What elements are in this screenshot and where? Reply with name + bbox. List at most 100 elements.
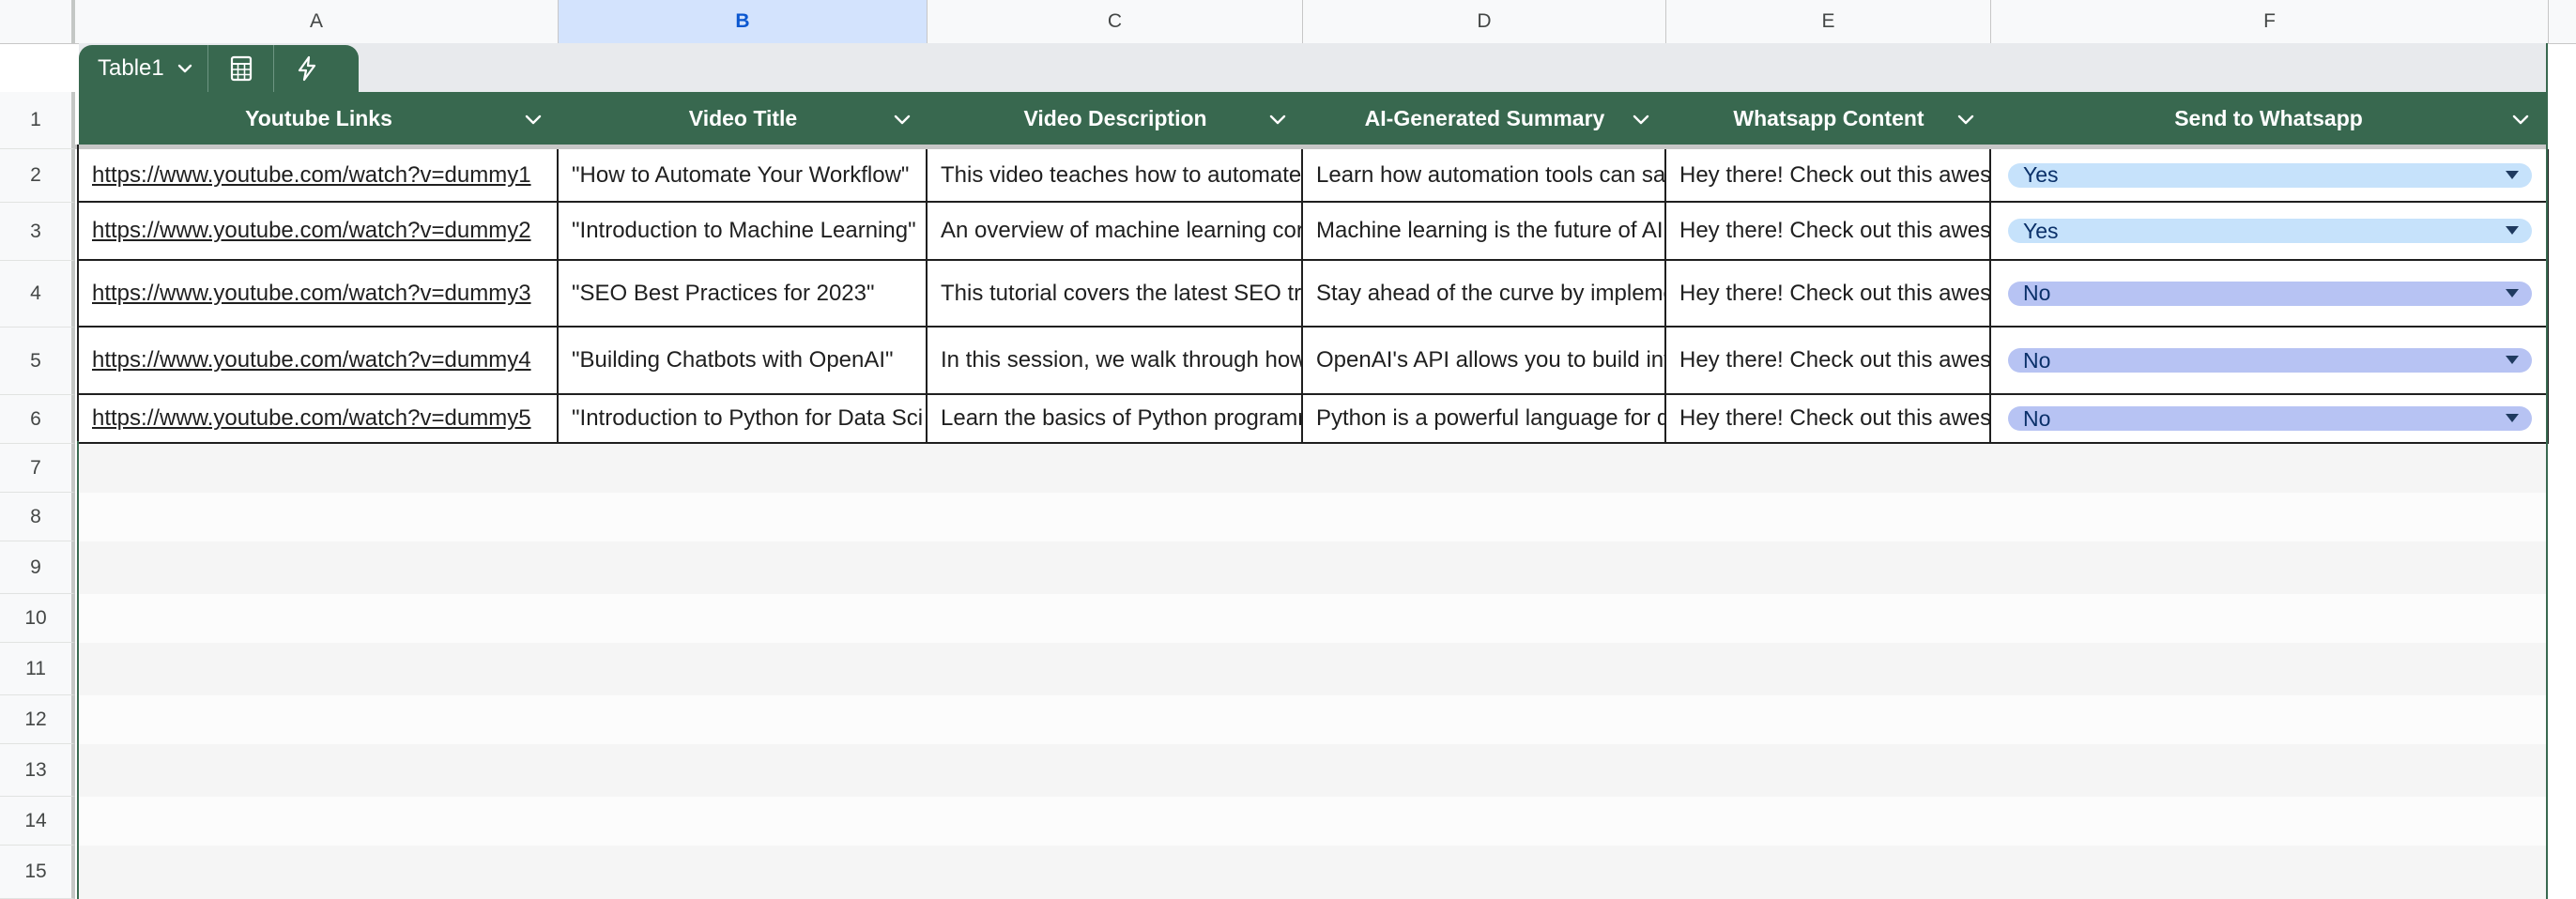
cell-video-title[interactable]: "How to Automate Your Workflow" — [559, 149, 928, 201]
table-stats-button[interactable] — [208, 45, 274, 92]
dropdown-arrow-icon — [2506, 170, 2519, 179]
header-label: Whatsapp Content — [1733, 105, 1924, 130]
cell-video-description[interactable]: This video teaches how to automate — [928, 149, 1303, 201]
table-left-border — [77, 145, 79, 443]
row-header-14[interactable]: 14 — [0, 797, 75, 846]
cell-whatsapp-content[interactable]: Hey there! Check out this awes — [1666, 149, 1991, 201]
header-label: Send to Whatsapp — [2174, 105, 2363, 130]
empty-row[interactable] — [79, 493, 2546, 541]
header-ai-summary[interactable]: AI-Generated Summary — [1303, 92, 1666, 145]
dropdown-arrow-icon — [2506, 356, 2519, 364]
dropdown-chip-no[interactable]: No — [2008, 281, 2532, 306]
table-tab-strip: Table1 — [79, 43, 2546, 92]
cell-send-to-whatsapp[interactable]: No — [1991, 328, 2549, 393]
cell-send-to-whatsapp[interactable]: No — [1991, 395, 2549, 442]
column-header-f[interactable]: F — [1991, 0, 2549, 43]
cell-ai-summary[interactable]: Stay ahead of the curve by impleme — [1303, 261, 1666, 326]
empty-row[interactable] — [79, 797, 2546, 846]
cell-whatsapp-content[interactable]: Hey there! Check out this awes — [1666, 395, 1991, 442]
column-header-c[interactable]: C — [928, 0, 1303, 43]
chip-label: No — [2023, 281, 2051, 305]
cell-ai-summary[interactable]: Learn how automation tools can sa — [1303, 149, 1666, 201]
column-header-e[interactable]: E — [1666, 0, 1991, 43]
cell-youtube-link[interactable]: https://www.youtube.com/watch?v=dummy3 — [79, 261, 559, 326]
row-header-7[interactable]: 7 — [0, 444, 75, 493]
chevron-down-icon[interactable] — [1267, 109, 1288, 130]
dropdown-chip-no[interactable]: No — [2008, 348, 2532, 373]
empty-row[interactable] — [79, 444, 2546, 493]
cell-video-description[interactable]: An overview of machine learning cor — [928, 203, 1303, 259]
table-tab: Table1 — [79, 45, 359, 92]
header-label: Video Title — [688, 105, 798, 130]
cell-ai-summary[interactable]: OpenAI's API allows you to build int — [1303, 328, 1666, 393]
select-all-corner[interactable] — [0, 0, 75, 43]
cell-youtube-link[interactable]: https://www.youtube.com/watch?v=dummy1 — [79, 149, 559, 201]
row-header-13[interactable]: 13 — [0, 744, 75, 797]
table-row: https://www.youtube.com/watch?v=dummy4 "… — [79, 328, 2549, 395]
chip-label: Yes — [2023, 162, 2059, 187]
cell-ai-summary[interactable]: Machine learning is the future of AI — [1303, 203, 1666, 259]
chip-label: No — [2023, 405, 2051, 431]
row-header-3[interactable]: 3 — [0, 203, 75, 261]
empty-row[interactable] — [79, 695, 2546, 744]
chevron-down-icon[interactable] — [1955, 109, 1976, 130]
empty-row[interactable] — [79, 541, 2546, 594]
cell-video-title[interactable]: "Introduction to Machine Learning" — [559, 203, 928, 259]
spreadsheet: A B C D E F Table1 1 2 3 4 5 6 7 8 9 10 … — [0, 0, 2576, 899]
cell-video-description[interactable]: In this session, we walk through how — [928, 328, 1303, 393]
chevron-down-icon[interactable] — [523, 109, 544, 130]
header-youtube-links[interactable]: Youtube Links — [79, 92, 559, 145]
cell-whatsapp-content[interactable]: Hey there! Check out this awes — [1666, 203, 1991, 259]
dropdown-chip-yes[interactable]: Yes — [2008, 162, 2532, 188]
row-header-9[interactable]: 9 — [0, 541, 75, 594]
dropdown-chip-yes[interactable]: Yes — [2008, 219, 2532, 243]
chevron-down-icon — [177, 64, 192, 73]
cell-video-description[interactable]: Learn the basics of Python programm — [928, 395, 1303, 442]
table-row: https://www.youtube.com/watch?v=dummy1 "… — [79, 149, 2549, 203]
cell-video-title[interactable]: "Introduction to Python for Data Sci — [559, 395, 928, 442]
empty-row[interactable] — [79, 643, 2546, 695]
chevron-down-icon[interactable] — [1631, 109, 1651, 130]
empty-row[interactable] — [79, 594, 2546, 643]
dropdown-arrow-icon — [2506, 414, 2519, 422]
row-header-8[interactable]: 8 — [0, 493, 75, 541]
header-video-description[interactable]: Video Description — [928, 92, 1303, 145]
row-header-1[interactable]: 1 — [0, 92, 75, 149]
table-automation-button[interactable] — [274, 45, 340, 92]
column-header-a[interactable]: A — [75, 0, 559, 43]
cell-video-description[interactable]: This tutorial covers the latest SEO tr — [928, 261, 1303, 326]
empty-row[interactable] — [79, 846, 2546, 899]
table-name-dropdown[interactable]: Table1 — [79, 45, 208, 92]
cell-send-to-whatsapp[interactable]: Yes — [1991, 203, 2549, 259]
header-whatsapp-content[interactable]: Whatsapp Content — [1666, 92, 1991, 145]
dropdown-arrow-icon — [2506, 288, 2519, 297]
cell-send-to-whatsapp[interactable]: Yes — [1991, 149, 2549, 201]
cell-send-to-whatsapp[interactable]: No — [1991, 261, 2549, 326]
row-header-6[interactable]: 6 — [0, 395, 75, 444]
row-header-5[interactable]: 5 — [0, 328, 75, 395]
empty-row[interactable] — [79, 744, 2546, 797]
cell-youtube-link[interactable]: https://www.youtube.com/watch?v=dummy4 — [79, 328, 559, 393]
row-header-2[interactable]: 2 — [0, 149, 75, 203]
cell-ai-summary[interactable]: Python is a powerful language for d — [1303, 395, 1666, 442]
cell-whatsapp-content[interactable]: Hey there! Check out this awes — [1666, 261, 1991, 326]
cell-video-title[interactable]: "Building Chatbots with OpenAI" — [559, 328, 928, 393]
header-video-title[interactable]: Video Title — [559, 92, 928, 145]
header-label: Video Description — [1023, 105, 1207, 130]
cell-youtube-link[interactable]: https://www.youtube.com/watch?v=dummy5 — [79, 395, 559, 442]
row-header-11[interactable]: 11 — [0, 643, 75, 695]
column-header-b[interactable]: B — [559, 0, 928, 43]
row-header-4[interactable]: 4 — [0, 261, 75, 328]
row-header-15[interactable]: 15 — [0, 846, 75, 899]
header-send-to-whatsapp[interactable]: Send to Whatsapp — [1991, 92, 2546, 145]
row-header-12[interactable]: 12 — [0, 695, 75, 744]
chevron-down-icon[interactable] — [892, 109, 912, 130]
cell-youtube-link[interactable]: https://www.youtube.com/watch?v=dummy2 — [79, 203, 559, 259]
cell-video-title[interactable]: "SEO Best Practices for 2023" — [559, 261, 928, 326]
cell-whatsapp-content[interactable]: Hey there! Check out this awes — [1666, 328, 1991, 393]
row-header-10[interactable]: 10 — [0, 594, 75, 643]
chevron-down-icon[interactable] — [2510, 109, 2531, 130]
column-header-d[interactable]: D — [1303, 0, 1666, 43]
dropdown-chip-no[interactable]: No — [2008, 406, 2532, 431]
table-row: https://www.youtube.com/watch?v=dummy3 "… — [79, 261, 2549, 328]
